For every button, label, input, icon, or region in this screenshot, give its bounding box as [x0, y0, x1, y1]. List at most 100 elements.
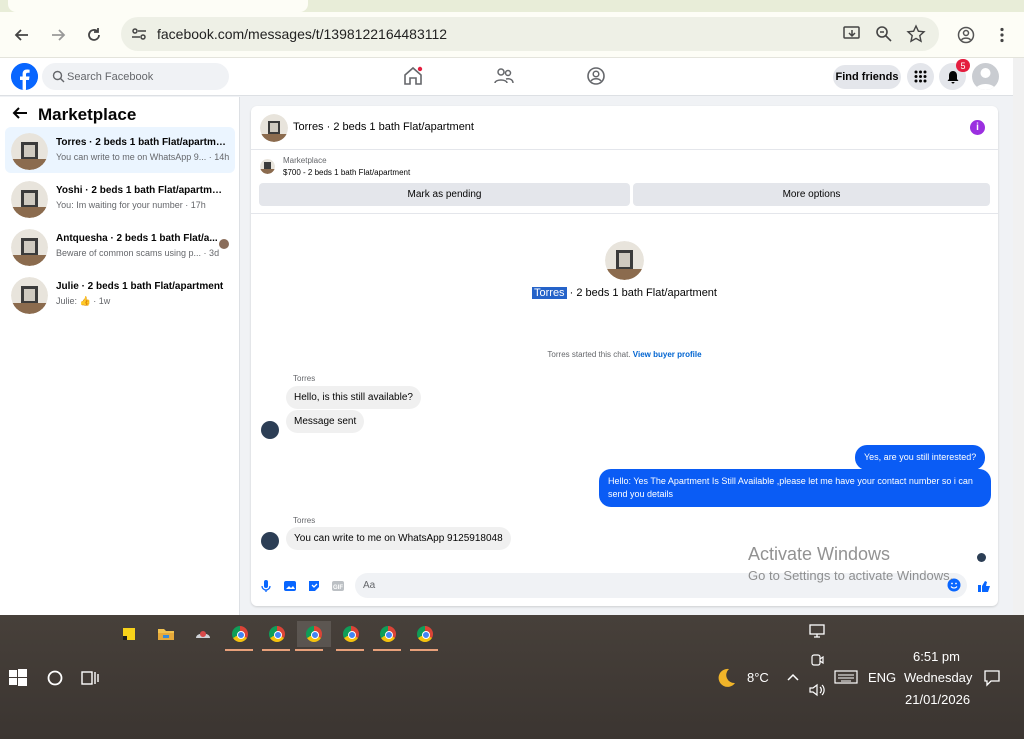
find-friends-button[interactable]: Find friends [833, 65, 901, 89]
page-scrollbar[interactable] [1013, 58, 1024, 615]
conversation-preview: Beware of common scams using p... · 3d [56, 248, 220, 258]
windows-start-icon[interactable] [9, 669, 27, 687]
keyboard-icon[interactable] [834, 670, 858, 684]
back-icon[interactable] [7, 20, 37, 50]
chrome-icon[interactable] [373, 621, 401, 651]
search-icon [52, 70, 65, 83]
file-explorer-icon[interactable] [153, 621, 179, 647]
thumbs-up-icon[interactable] [977, 579, 991, 593]
home-icon[interactable] [402, 65, 424, 87]
language-indicator[interactable]: ENG [868, 670, 896, 685]
site-info-icon[interactable] [129, 24, 149, 44]
menu-grid-icon[interactable] [907, 63, 934, 90]
clock-time[interactable]: 6:51 pm [913, 649, 960, 664]
mark-as-pending-button[interactable]: Mark as pending [259, 183, 630, 206]
active-tab[interactable] [8, 0, 308, 12]
conversation-name: Julie · 2 beds 1 bath Flat/apartment [56, 281, 224, 292]
outgoing-message[interactable]: Yes, are you still interested? [855, 445, 986, 470]
chat-started-note: Torres started this chat. View buyer pro… [251, 350, 998, 359]
listing-thumbnail [11, 277, 48, 314]
forward-icon[interactable] [43, 20, 73, 50]
bookmark-star-icon[interactable] [906, 24, 926, 44]
microphone-icon[interactable] [259, 579, 273, 593]
task-view-icon[interactable] [81, 669, 99, 687]
gif-icon[interactable]: GIF [331, 579, 345, 593]
conversation-name: Torres · 2 beds 1 bath Flat/apartme... [56, 137, 226, 148]
photo-icon[interactable] [283, 579, 297, 593]
listing-price[interactable]: $700 - 2 beds 1 bath Flat/apartment [283, 168, 410, 177]
network-monitor-icon[interactable] [808, 623, 826, 639]
address-bar[interactable]: facebook.com/messages/t/1398122164483112 [121, 17, 939, 51]
browser-toolbar: facebook.com/messages/t/1398122164483112 [0, 12, 1024, 58]
conversation-item[interactable]: Antquesha · 2 beds 1 bath Flat/a... Bewa… [5, 223, 235, 269]
windows-taskbar: 8°C ENG 6:51 pm Wednesday 21/01/2026 [0, 615, 1024, 739]
conversation-title-rest: · 2 beds 1 bath Flat/apartment [566, 287, 717, 299]
message-sender: Torres [293, 374, 316, 383]
listing-thumbnail [11, 229, 48, 266]
sticker-icon[interactable] [307, 579, 321, 593]
back-arrow-icon[interactable] [12, 104, 28, 125]
more-options-button[interactable]: More options [633, 183, 990, 206]
sidebar-header: Marketplace [12, 104, 136, 125]
facebook-header: Find friends 5 [0, 58, 1024, 96]
message-sender: Torres [293, 516, 316, 525]
activate-windows-watermark: Activate Windows Go to Settings to activ… [748, 544, 953, 583]
conversation-title: Torres · 2 beds 1 bath Flat/apartment [251, 287, 998, 299]
meet-now-icon[interactable] [810, 653, 824, 667]
weather-temp[interactable]: 8°C [747, 670, 769, 685]
marketplace-label: Marketplace [283, 156, 327, 165]
conversation-preview: Julie: 👍 · 1w [56, 296, 111, 306]
show-hidden-icons-chevron-icon[interactable] [786, 670, 800, 682]
profile-icon[interactable] [951, 20, 981, 50]
search-input[interactable] [67, 67, 222, 87]
conversation-preview: You can write to me on WhatsApp 9... · 1… [56, 152, 230, 162]
notification-count-badge: 5 [956, 59, 970, 72]
reload-icon[interactable] [79, 20, 109, 50]
app-icon[interactable] [190, 621, 216, 647]
volume-icon[interactable] [808, 683, 826, 697]
listing-thumbnail [11, 181, 48, 218]
chrome-icon[interactable] [410, 621, 438, 651]
conversation-item[interactable]: Torres · 2 beds 1 bath Flat/apartme... Y… [5, 127, 235, 173]
listing-thumbnail [11, 133, 48, 170]
clock-day[interactable]: Wednesday [904, 670, 972, 685]
moon-weather-icon[interactable] [715, 667, 737, 689]
zoom-icon[interactable] [874, 24, 894, 44]
friends-icon[interactable] [493, 65, 515, 87]
info-icon[interactable]: i [970, 120, 985, 135]
listing-mini-thumbnail [260, 159, 275, 174]
install-app-icon[interactable] [842, 24, 862, 44]
conversation-name: Yoshi · 2 beds 1 bath Flat/apartment [56, 185, 226, 196]
chat-listing-thumbnail[interactable] [260, 114, 288, 142]
browser-menu-icon[interactable] [987, 20, 1017, 50]
sticky-notes-icon[interactable] [116, 621, 142, 647]
sender-avatar[interactable] [261, 421, 279, 439]
chrome-icon[interactable] [225, 621, 253, 651]
incoming-message[interactable]: Hello, is this still available? [286, 386, 421, 409]
chrome-icon[interactable] [295, 621, 331, 651]
chrome-icon[interactable] [262, 621, 290, 651]
conversation-item[interactable]: Yoshi · 2 beds 1 bath Flat/apartment You… [5, 175, 235, 221]
sender-avatar[interactable] [261, 532, 279, 550]
groups-icon[interactable] [585, 65, 607, 87]
facebook-search[interactable] [42, 63, 229, 90]
search-circle-icon[interactable] [46, 669, 64, 687]
notification-center-icon[interactable] [983, 669, 1001, 687]
clock-date[interactable]: 21/01/2026 [905, 692, 970, 707]
facebook-logo-icon[interactable] [11, 63, 38, 90]
incoming-message[interactable]: Message sent [286, 410, 365, 433]
outgoing-message[interactable]: Hello: Yes The Apartment Is Still Availa… [599, 469, 991, 507]
incoming-message[interactable]: You can write to me on WhatsApp 91259180… [286, 527, 511, 550]
chat-title[interactable]: Torres · 2 beds 1 bath Flat/apartment [293, 121, 474, 133]
view-buyer-profile-link[interactable]: View buyer profile [633, 350, 702, 359]
chat-panel: Torres · 2 beds 1 bath Flat/apartment i … [251, 106, 998, 606]
listing-large-thumbnail [605, 241, 644, 280]
chrome-icon[interactable] [336, 621, 364, 651]
conversation-item[interactable]: Julie · 2 beds 1 bath Flat/apartment Jul… [5, 271, 235, 317]
marketplace-sidebar: Marketplace Torres · 2 beds 1 bath Flat/… [0, 97, 240, 615]
account-avatar[interactable] [972, 63, 999, 90]
url-text[interactable]: facebook.com/messages/t/1398122164483112 [157, 26, 447, 42]
chat-header: Torres · 2 beds 1 bath Flat/apartment i [251, 106, 998, 150]
marketplace-listing-strip: Marketplace $700 - 2 beds 1 bath Flat/ap… [251, 150, 998, 214]
started-text: Torres started this chat. [547, 350, 633, 359]
